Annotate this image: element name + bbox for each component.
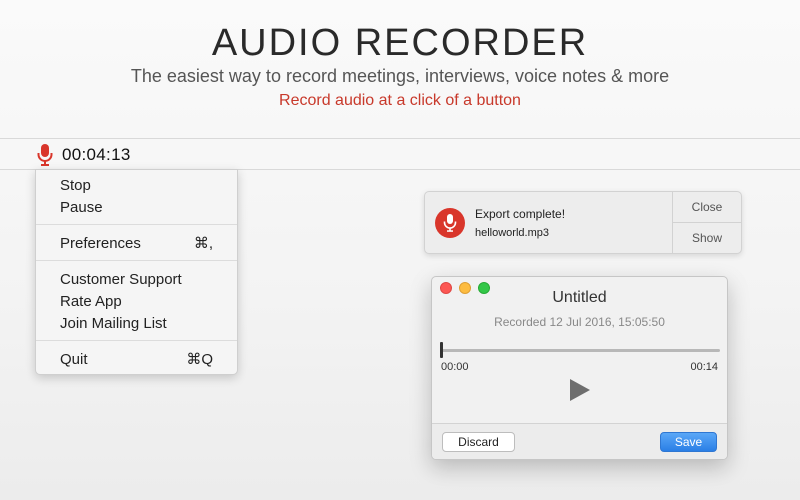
- menu-shortcut: ⌘,: [193, 235, 213, 252]
- menu-item-customer-support[interactable]: Customer Support: [36, 268, 237, 290]
- play-button[interactable]: [568, 377, 592, 403]
- notification-close-button[interactable]: Close: [673, 192, 741, 222]
- menubar-recorder-item[interactable]: 00:04:13: [36, 143, 131, 167]
- menu-item-stop[interactable]: Stop: [36, 174, 237, 196]
- discard-button[interactable]: Discard: [442, 432, 515, 452]
- play-icon: [570, 379, 590, 401]
- duration: 00:14: [690, 361, 718, 373]
- recorded-timestamp: Recorded 12 Jul 2016, 15:05:50: [494, 315, 665, 329]
- menu-item-preferences[interactable]: Preferences ⌘,: [36, 232, 237, 254]
- menu-separator: [36, 224, 237, 225]
- notification-show-button[interactable]: Show: [673, 222, 741, 253]
- save-button[interactable]: Save: [660, 432, 717, 452]
- window-footer: Discard Save: [432, 423, 727, 459]
- menu-separator: [36, 260, 237, 261]
- export-notification: Export complete! helloworld.mp3 Close Sh…: [424, 191, 742, 254]
- playback-scrubber[interactable]: [441, 349, 720, 352]
- menu-item-label: Join Mailing List: [60, 314, 167, 332]
- window-title: Untitled: [552, 289, 607, 306]
- hero-subtitle: The easiest way to record meetings, inte…: [130, 66, 670, 86]
- menu-shortcut: ⌘Q: [186, 351, 213, 368]
- menu-item-label: Preferences: [60, 234, 141, 252]
- menu-separator: [36, 340, 237, 341]
- notification-title: Export complete!: [475, 206, 566, 221]
- scrubber-handle[interactable]: [440, 342, 443, 358]
- menu-item-rate-app[interactable]: Rate App: [36, 290, 237, 312]
- menu-item-pause[interactable]: Pause: [36, 196, 237, 218]
- notification-body[interactable]: Export complete! helloworld.mp3: [425, 192, 672, 253]
- menu-item-label: Customer Support: [60, 270, 182, 288]
- hero-tagline: Record audio at a click of a button: [279, 92, 521, 109]
- menu-item-label: Pause: [60, 198, 103, 216]
- microphone-icon: [435, 207, 465, 238]
- notification-actions: Close Show: [672, 192, 741, 253]
- hero-title: AUDIO RECORDER: [211, 22, 589, 64]
- microphone-icon: [37, 144, 53, 166]
- menu-item-label: Quit: [60, 350, 88, 368]
- current-time: 00:00: [441, 361, 469, 373]
- menu-item-join-mailing-list[interactable]: Join Mailing List: [36, 312, 237, 334]
- recording-timer: 00:04:13: [62, 145, 131, 164]
- recorder-menu: Stop Pause Preferences ⌘, Customer Suppo…: [35, 169, 238, 375]
- notification-text: Export complete! helloworld.mp3: [475, 207, 565, 239]
- menu-item-label: Rate App: [60, 292, 122, 310]
- recording-window: Untitled Recorded 12 Jul 2016, 15:05:50 …: [431, 276, 728, 460]
- notification-filename: helloworld.mp3: [475, 226, 549, 239]
- menu-bar: 00:04:13: [0, 138, 800, 170]
- menu-item-label: Stop: [60, 176, 91, 194]
- menu-item-quit[interactable]: Quit ⌘Q: [36, 348, 237, 370]
